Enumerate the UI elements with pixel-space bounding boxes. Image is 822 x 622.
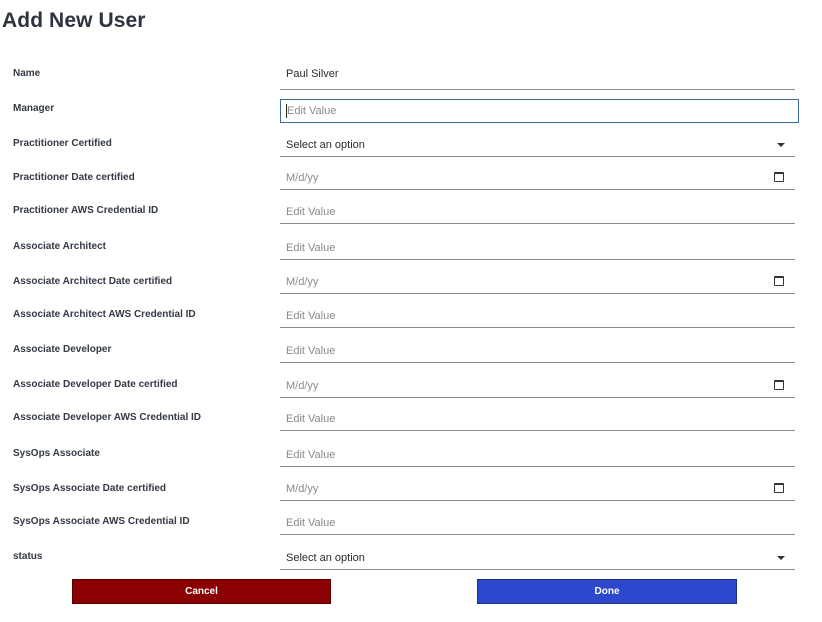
form-row-associate-architect-date: Associate Architect Date certified M/d/y… [0, 270, 822, 304]
form-row-practitioner-credential: Practitioner AWS Credential ID Edit Valu… [0, 199, 822, 233]
field-label: SysOps Associate [13, 448, 100, 459]
field-placeholder: M/d/yy [286, 483, 319, 495]
field-placeholder: Edit Value [286, 517, 336, 529]
calendar-icon[interactable] [774, 172, 784, 182]
field-value: Paul Silver [286, 68, 339, 80]
form-row-associate-developer: Associate Developer Edit Value [0, 338, 822, 372]
form-row-practitioner-certified: Practitioner Certified Select an option [0, 132, 822, 166]
form-row-sysops-associate-credential: SysOps Associate AWS Credential ID Edit … [0, 510, 822, 544]
field-label: Manager [13, 103, 55, 114]
field-placeholder: M/d/yy [286, 380, 319, 392]
field-label: Associate Architect Date certified [13, 276, 173, 287]
associate-developer-input[interactable]: Edit Value [280, 335, 795, 363]
associate-developer-date-input[interactable]: M/d/yy [280, 370, 795, 398]
associate-architect-date-input[interactable]: M/d/yy [280, 266, 795, 294]
done-button[interactable]: Done [477, 579, 737, 604]
form-row-sysops-associate: SysOps Associate Edit Value [0, 442, 822, 476]
associate-developer-credential-input[interactable]: Edit Value [280, 403, 795, 431]
field-placeholder: Edit Value [287, 105, 337, 117]
associate-architect-input[interactable]: Edit Value [280, 232, 795, 260]
field-label: Associate Architect AWS Credential ID [13, 309, 196, 320]
field-label: Practitioner Date certified [13, 172, 135, 183]
practitioner-certified-select[interactable]: Select an option [280, 129, 795, 157]
field-value: Select an option [286, 139, 365, 151]
status-select[interactable]: Select an option [280, 542, 795, 570]
field-placeholder: Edit Value [286, 206, 336, 218]
calendar-icon[interactable] [774, 483, 784, 493]
cancel-button[interactable]: Cancel [72, 579, 331, 604]
chevron-down-icon[interactable] [777, 143, 785, 147]
form-row-associate-developer-date: Associate Developer Date certified M/d/y… [0, 373, 822, 407]
calendar-icon[interactable] [774, 380, 784, 390]
field-label: Associate Developer AWS Credential ID [13, 412, 202, 423]
form-row-manager: Manager Edit Value [0, 97, 822, 131]
field-placeholder: Edit Value [286, 449, 336, 461]
field-label: Associate Developer [13, 344, 112, 355]
form-row-practitioner-date: Practitioner Date certified M/d/yy [0, 166, 822, 200]
field-label: Name [13, 68, 41, 79]
form-row-associate-architect: Associate Architect Edit Value [0, 235, 822, 269]
sysops-associate-input[interactable]: Edit Value [280, 439, 795, 467]
form-row-associate-architect-credential: Associate Architect AWS Credential ID Ed… [0, 303, 822, 337]
associate-architect-credential-input[interactable]: Edit Value [280, 300, 795, 328]
chevron-down-icon[interactable] [777, 556, 785, 560]
field-placeholder: Edit Value [286, 345, 336, 357]
practitioner-credential-input[interactable]: Edit Value [280, 196, 795, 224]
calendar-icon[interactable] [774, 276, 784, 286]
sysops-associate-date-input[interactable]: M/d/yy [280, 473, 795, 501]
field-placeholder: Edit Value [286, 242, 336, 254]
sysops-associate-credential-input[interactable]: Edit Value [280, 507, 795, 535]
field-placeholder: M/d/yy [286, 276, 319, 288]
field-label: SysOps Associate AWS Credential ID [13, 516, 190, 527]
field-placeholder: Edit Value [286, 310, 336, 322]
add-user-page: Add New User Name Paul Silver Manager Ed… [0, 0, 822, 622]
form-row-name: Name Paul Silver [0, 62, 822, 96]
form-row-sysops-associate-date: SysOps Associate Date certified M/d/yy [0, 477, 822, 511]
field-label: Associate Architect [13, 241, 106, 252]
field-label: status [13, 551, 43, 562]
practitioner-date-input[interactable]: M/d/yy [280, 162, 795, 190]
form-row-associate-developer-credential: Associate Developer AWS Credential ID Ed… [0, 406, 822, 440]
name-input[interactable]: Paul Silver [280, 62, 795, 90]
page-title: Add New User [2, 9, 146, 32]
field-label: Associate Developer Date certified [13, 379, 178, 390]
manager-input[interactable]: Edit Value [280, 99, 799, 123]
form-row-status: status Select an option [0, 545, 822, 579]
field-label: Practitioner Certified [13, 138, 112, 149]
field-label: Practitioner AWS Credential ID [13, 205, 159, 216]
field-placeholder: Edit Value [286, 413, 336, 425]
field-placeholder: M/d/yy [286, 172, 319, 184]
field-label: SysOps Associate Date certified [13, 483, 167, 494]
field-value: Select an option [286, 552, 365, 564]
